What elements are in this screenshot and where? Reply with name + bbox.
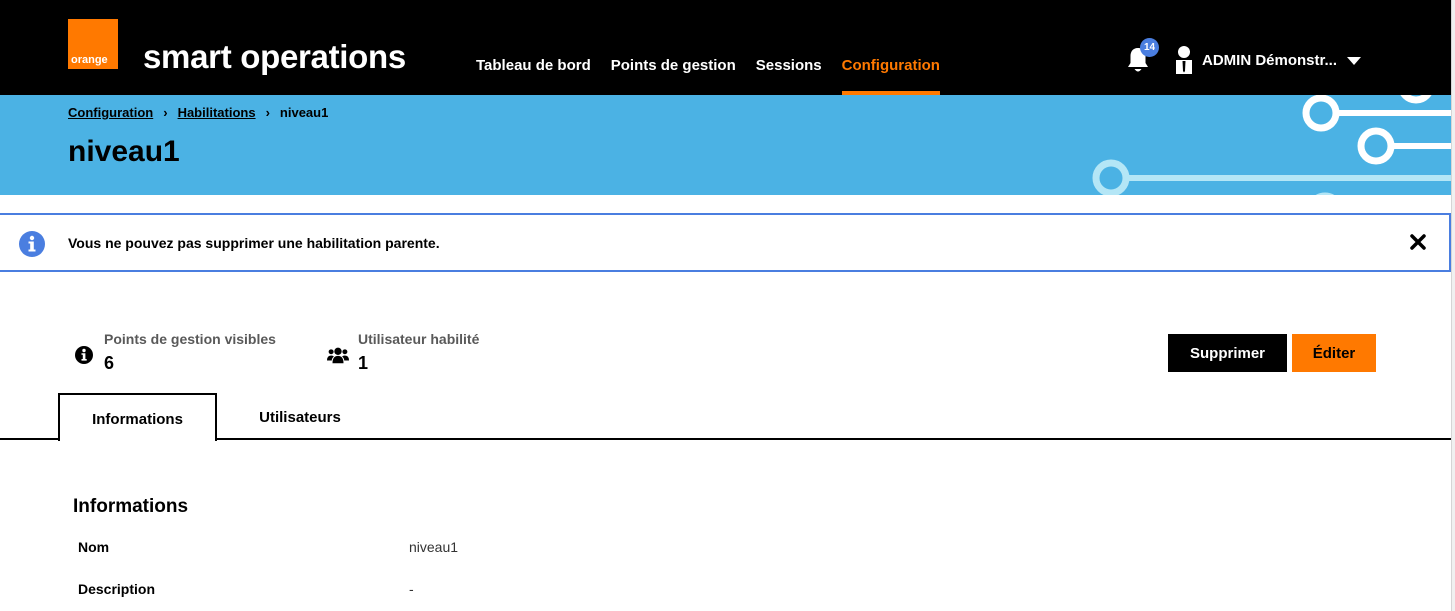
- app-title: smart operations: [143, 38, 406, 75]
- field-value-nom: niveau1: [409, 539, 459, 555]
- stat-authorized-users: Utilisateur habilité 1: [327, 330, 479, 374]
- stat-label: Utilisateur habilité: [358, 331, 480, 347]
- breadcrumb-configuration[interactable]: Configuration: [68, 105, 153, 120]
- orange-logo[interactable]: orange: [68, 19, 118, 69]
- nav-item-tableau-de-bord[interactable]: Tableau de bord: [476, 0, 591, 95]
- user-menu[interactable]: ADMIN Démonstr...: [1174, 45, 1362, 75]
- stat-visible-points: Points de gestion visibles 6: [73, 330, 276, 374]
- user-icon: [1176, 46, 1192, 74]
- nav-item-sessions[interactable]: Sessions: [756, 0, 822, 95]
- circuit-decoration: [1092, 95, 1451, 195]
- info-circle-icon: [19, 231, 45, 257]
- info-alert: Vous ne pouvez pas supprimer une habilit…: [0, 213, 1451, 272]
- page-title: niveau1: [68, 135, 180, 168]
- field-label-nom: Nom: [78, 539, 110, 555]
- stat-value: 1: [358, 353, 369, 373]
- nav-item-points-de-gestion[interactable]: Points de gestion: [611, 0, 736, 95]
- close-icon[interactable]: [1408, 232, 1428, 252]
- breadcrumb: Configuration › Habilitations › niveau1: [68, 105, 328, 120]
- top-navigation-bar: orange smart operations Tableau de bord …: [0, 0, 1451, 95]
- field-value-description: -: [409, 581, 414, 597]
- section-title: Informations: [73, 496, 189, 517]
- logo-text: orange: [71, 54, 108, 66]
- vertical-scrollbar[interactable]: [1451, 0, 1455, 611]
- delete-button[interactable]: Supprimer: [1168, 334, 1287, 372]
- users-icon: [327, 347, 349, 364]
- field-label-description: Description: [78, 581, 156, 597]
- tab-utilisateurs[interactable]: Utilisateurs: [222, 393, 378, 440]
- info-circle-icon: [75, 346, 93, 364]
- page-header-banner: Configuration › Habilitations › niveau1 …: [0, 95, 1451, 195]
- nav-item-configuration[interactable]: Configuration: [841, 0, 941, 95]
- tab-informations[interactable]: Informations: [58, 393, 217, 441]
- edit-button[interactable]: Éditer: [1292, 334, 1376, 372]
- tabs-divider: [0, 438, 1451, 440]
- user-name: ADMIN Démonstr...: [1202, 51, 1338, 69]
- breadcrumb-current: niveau1: [279, 105, 329, 120]
- stat-value: 6: [104, 353, 115, 373]
- main-nav: Tableau de bord Points de gestion Sessio…: [476, 0, 960, 95]
- alert-message: Vous ne pouvez pas supprimer une habilit…: [68, 235, 440, 251]
- stat-label: Points de gestion visibles: [104, 331, 276, 347]
- chevron-right-icon: ›: [265, 105, 270, 120]
- notification-count-badge: 14: [1140, 38, 1159, 57]
- breadcrumb-habilitations[interactable]: Habilitations: [178, 105, 256, 120]
- chevron-right-icon: ›: [163, 105, 168, 120]
- chevron-down-icon: [1347, 57, 1362, 65]
